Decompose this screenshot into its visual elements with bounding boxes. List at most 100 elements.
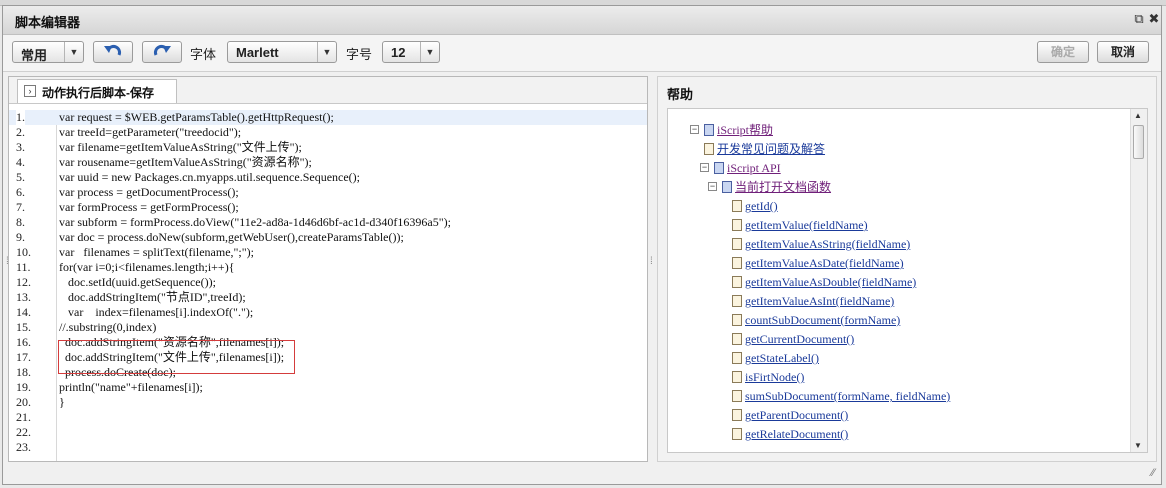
tab-bar: › 动作执行后脚本-保存 bbox=[9, 77, 647, 104]
tree-label: countSubDocument(formName) bbox=[745, 311, 900, 329]
code-line[interactable]: 9. var doc = process.doNew(subform,getWeb… bbox=[9, 230, 647, 245]
scroll-up-icon[interactable]: ▲ bbox=[1134, 111, 1142, 120]
line-number: 19. bbox=[16, 380, 31, 394]
code-line[interactable]: 13. doc.addStringItem("节点ID",treeId); bbox=[9, 290, 647, 305]
tree-link[interactable]: getItemValueAsDate(fieldName) bbox=[745, 256, 904, 270]
code-text: var request = $WEB.getParamsTable().getH… bbox=[59, 110, 334, 124]
code-text: for(var i=0;i<filenames.length;i++){ bbox=[59, 260, 235, 274]
code-line[interactable]: 12. doc.setId(uuid.getSequence()); bbox=[9, 275, 647, 290]
code-text: var doc = process.doNew(subform,getWebUs… bbox=[59, 230, 404, 244]
collapse-icon[interactable]: − bbox=[700, 163, 709, 172]
tree-link[interactable]: iScript API bbox=[727, 161, 781, 175]
code-line[interactable]: 21. bbox=[9, 410, 647, 425]
tree-link[interactable]: getItemValueAsString(fieldName) bbox=[745, 237, 910, 251]
code-text: var process = getDocumentProcess(); bbox=[59, 185, 239, 199]
code-line[interactable]: 2. var treeId=getParameter("treedocid"); bbox=[9, 125, 647, 140]
mode-select[interactable]: 常用 ▼ bbox=[12, 41, 84, 63]
redo-button[interactable] bbox=[142, 41, 182, 63]
code-line[interactable]: 19. println("name"+filenames[i]); bbox=[9, 380, 647, 395]
editor-panel: › 动作执行后脚本-保存 1. var request = $WEB.getPar… bbox=[8, 76, 648, 462]
book-icon bbox=[704, 124, 714, 136]
tree-label: getStateLabel() bbox=[745, 349, 819, 367]
line-number: 2. bbox=[16, 125, 25, 139]
scroll-thumb[interactable] bbox=[1133, 125, 1144, 159]
tree-label: getRelateDocument() bbox=[745, 425, 848, 443]
book-icon bbox=[714, 162, 724, 174]
tree-link[interactable]: getItemValueAsDouble(fieldName) bbox=[745, 275, 916, 289]
tree-link[interactable]: getStateLabel() bbox=[745, 351, 819, 365]
code-text: var filenames = splitText(filename,";"); bbox=[59, 245, 254, 259]
tree-link[interactable]: getItemValue(fieldName) bbox=[745, 218, 868, 232]
collapse-icon[interactable]: − bbox=[708, 182, 717, 191]
page-icon bbox=[732, 314, 742, 326]
panel-splitter[interactable]: ⁞ bbox=[649, 76, 656, 462]
tree-link[interactable]: getRelateDocument() bbox=[745, 427, 848, 441]
size-select[interactable]: 12 ▼ bbox=[382, 41, 440, 63]
code-line[interactable]: 15. //.substring(0,index) bbox=[9, 320, 647, 335]
page-icon bbox=[732, 409, 742, 421]
code-line[interactable]: 3. var filename=getItemValueAsString("文件上… bbox=[9, 140, 647, 155]
line-number: 16. bbox=[16, 335, 31, 349]
tree-link[interactable]: getId() bbox=[745, 199, 778, 213]
scroll-down-icon[interactable]: ▼ bbox=[1134, 441, 1142, 450]
code-text: var index=filenames[i].indexOf("."); bbox=[59, 305, 254, 319]
code-line[interactable]: 5. var uuid = new Packages.cn.myapps.util… bbox=[9, 170, 647, 185]
code-text: var filename=getItemValueAsString("文件上传"… bbox=[59, 140, 302, 154]
code-text: var subform = formProcess.doView("11e2-a… bbox=[59, 215, 451, 229]
undo-button[interactable] bbox=[93, 41, 133, 63]
tree-label: getItemValueAsInt(fieldName) bbox=[745, 292, 894, 310]
code-text: } bbox=[59, 395, 65, 409]
line-number: 4. bbox=[16, 155, 25, 169]
highlight-box bbox=[58, 340, 295, 374]
tree-link[interactable]: iScript帮助 bbox=[717, 123, 773, 137]
code-text: var rousename=getItemValueAsString("资源名称… bbox=[59, 155, 312, 169]
close-icon[interactable]: ✖ bbox=[1146, 11, 1162, 27]
size-select-value: 12 bbox=[391, 45, 406, 60]
code-line[interactable]: 23. bbox=[9, 440, 647, 455]
tab-script[interactable]: › 动作执行后脚本-保存 bbox=[17, 79, 177, 103]
font-select[interactable]: Marlett ▼ bbox=[227, 41, 337, 63]
code-line[interactable]: 6. var process = getDocumentProcess(); bbox=[9, 185, 647, 200]
tree-label: getItemValueAsDate(fieldName) bbox=[745, 254, 904, 272]
tree-scrollbar[interactable]: ▲ ▼ bbox=[1130, 109, 1147, 452]
collapse-icon[interactable]: − bbox=[690, 125, 699, 134]
line-number: 17. bbox=[16, 350, 31, 364]
line-number: 18. bbox=[16, 365, 31, 379]
confirm-button[interactable]: 确定 bbox=[1037, 41, 1089, 63]
code-text: var uuid = new Packages.cn.myapps.util.s… bbox=[59, 170, 361, 184]
page-icon bbox=[732, 371, 742, 383]
code-line[interactable]: 4. var rousename=getItemValueAsString("资源… bbox=[9, 155, 647, 170]
page-icon bbox=[732, 352, 742, 364]
code-line[interactable]: 8. var subform = formProcess.doView("11e2… bbox=[9, 215, 647, 230]
tree-link[interactable]: countSubDocument(formName) bbox=[745, 313, 900, 327]
code-line[interactable]: 1. var request = $WEB.getParamsTable().ge… bbox=[9, 110, 647, 125]
tree-label: iScript API bbox=[727, 159, 781, 177]
resize-grip-icon[interactable]: ⁄⁄ bbox=[1151, 467, 1155, 479]
code-line[interactable]: 14. var index=filenames[i].indexOf("."); bbox=[9, 305, 647, 320]
page-icon bbox=[732, 390, 742, 402]
tree-label: getParentDocument() bbox=[745, 406, 848, 424]
line-number: 7. bbox=[16, 200, 25, 214]
tree-link[interactable]: getParentDocument() bbox=[745, 408, 848, 422]
code-line[interactable]: 22. bbox=[9, 425, 647, 440]
help-panel: 帮助 − iScript帮助 开发常见问题及解答 − iScript API − 当前打开文… bbox=[657, 76, 1157, 462]
tree-link[interactable]: getItemValueAsInt(fieldName) bbox=[745, 294, 894, 308]
code-text: //.substring(0,index) bbox=[59, 320, 157, 334]
tree-link[interactable]: isFirtNode() bbox=[745, 370, 804, 384]
tree-link[interactable]: 开发常见问题及解答 bbox=[717, 142, 825, 156]
code-line[interactable]: 20.} bbox=[9, 395, 647, 410]
dialog-title: 脚本编辑器 bbox=[15, 15, 81, 30]
code-editor[interactable]: 1. var request = $WEB.getParamsTable().ge… bbox=[9, 110, 647, 461]
page-icon bbox=[732, 200, 742, 212]
tree-link[interactable]: 当前打开文档函数 bbox=[735, 180, 831, 194]
code-line[interactable]: 7. var formProcess = getFormProcess(); bbox=[9, 200, 647, 215]
tree-link[interactable]: getCurrentDocument() bbox=[745, 332, 854, 346]
code-line[interactable]: 11. for(var i=0;i<filenames.length;i++){ bbox=[9, 260, 647, 275]
line-number: 10. bbox=[16, 245, 31, 259]
code-line[interactable]: 10. var filenames = splitText(filename,";… bbox=[9, 245, 647, 260]
page-icon bbox=[732, 428, 742, 440]
tree-link[interactable]: sumSubDocument(formName, fieldName) bbox=[745, 389, 950, 403]
cancel-button[interactable]: 取消 bbox=[1097, 41, 1149, 63]
size-label: 字号 bbox=[346, 47, 373, 62]
popout-icon[interactable]: ⧉ bbox=[1131, 11, 1147, 27]
